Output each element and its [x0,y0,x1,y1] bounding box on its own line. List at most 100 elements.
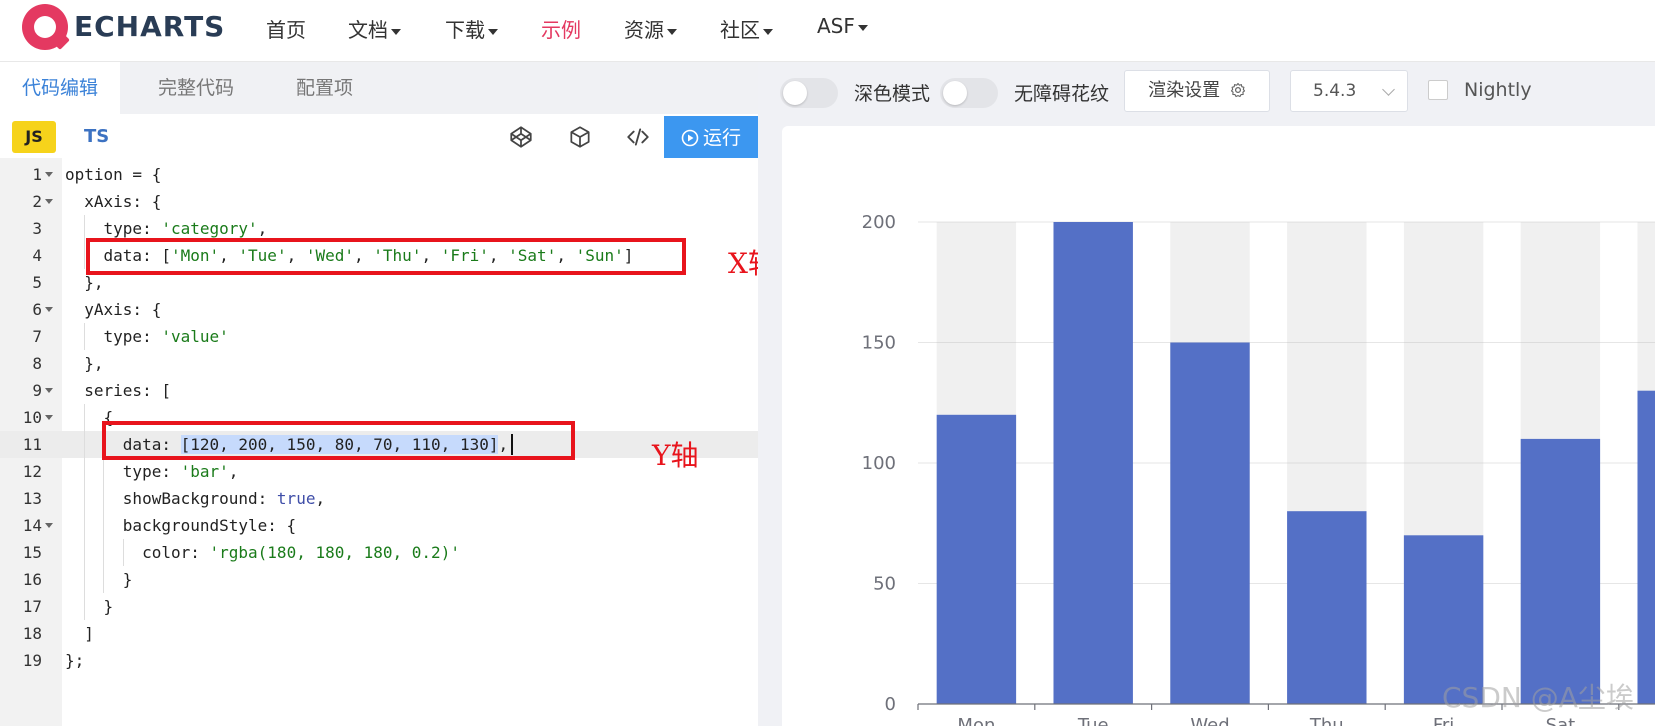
version-value: 5.4.3 [1313,81,1357,101]
x-tick-label: Tue [1077,715,1109,726]
render-settings-label: 渲染设置 [1148,80,1221,101]
caret-down-icon [857,24,868,31]
nav-item-label: 首页 [266,18,306,42]
dark-mode-label: 深色模式 [854,83,931,105]
code-text: xAxis: { [65,192,162,211]
nav-item-1[interactable]: 文档 [348,14,401,43]
y-tick-label: 100 [862,453,896,474]
codesandbox-icon[interactable] [567,124,593,150]
lang-ts-button[interactable]: TS [84,121,109,153]
code-line[interactable]: 12 type: 'bar', [0,458,758,485]
code-line[interactable]: 9 series: [ [0,377,758,404]
line-number: 19 [22,651,42,670]
code-line[interactable]: 14 backgroundStyle: { [0,512,758,539]
nav-item-2[interactable]: 下载 [445,14,498,43]
fold-toggle-icon[interactable] [45,415,53,420]
code-text: ] [65,624,94,643]
code-text: }; [65,651,85,670]
nav-item-5[interactable]: 社区 [720,14,773,43]
code-panel: 代码编辑 完整代码 配置项 JS TS 运行 1 option = { 2 xAxis:… [0,62,758,726]
bar-chart: 050100150200MonTueWedThuFriSatSun [862,212,1655,726]
line-number: 8 [32,354,42,373]
code-line[interactable]: 7 type: 'value' [0,323,758,350]
line-number: 18 [22,624,42,643]
line-number: 1 [32,165,42,184]
editor-tab-2[interactable]: 配置项 [274,62,375,114]
line-number: 14 [22,516,42,535]
code-icon[interactable] [625,124,651,150]
code-text: option = { [65,165,162,184]
nav-item-0[interactable]: 首页 [266,14,306,43]
line-number: 12 [22,462,42,481]
editor-tab-1[interactable]: 完整代码 [136,62,256,114]
bar [1170,342,1250,704]
nav-item-4[interactable]: 资源 [624,14,677,43]
run-label: 运行 [702,127,741,149]
caret-down-icon [488,28,498,35]
lang-js-button[interactable]: JS [12,121,56,153]
nav-item-label: 示例 [541,18,581,42]
code-text: series: [ [65,381,171,400]
code-text: backgroundStyle: { [65,516,297,535]
code-line[interactable]: 2 xAxis: { [0,188,758,215]
run-button[interactable]: 运行 [664,116,758,160]
code-line[interactable]: 6 yAxis: { [0,296,758,323]
aria-decal-toggle[interactable] [940,78,998,108]
y-tick-label: 200 [862,212,896,233]
code-line[interactable]: 8 }, [0,350,758,377]
line-number: 10 [22,408,42,427]
fold-toggle-icon[interactable] [45,388,53,393]
fold-toggle-icon[interactable] [45,307,53,312]
logo-text: ECHARTS [74,10,226,43]
render-settings-button[interactable]: 渲染设置 [1124,70,1270,112]
chevron-down-icon [1382,83,1395,96]
nav-item-6[interactable]: ASF [817,14,868,38]
nav-item-label: 文档 [348,18,388,42]
y-tick-label: 50 [873,574,896,595]
y-axis-annotation: Y轴 [652,439,699,472]
x-tick-label: Thu [1309,715,1344,726]
play-icon [681,129,699,147]
nav-item-label: 资源 [624,18,664,42]
nav-item-label: 下载 [445,18,485,42]
code-line[interactable]: 16 } [0,566,758,593]
code-text: showBackground: true, [65,489,326,508]
editor-tab-0[interactable]: 代码编辑 [0,62,121,114]
y-tick-label: 150 [862,333,896,354]
code-line[interactable]: 18 ] [0,620,758,647]
chart-container: 050100150200MonTueWedThuFriSatSun [782,126,1655,726]
caret-down-icon [391,28,401,35]
line-number: 7 [32,327,42,346]
line-number: 4 [32,246,42,265]
editor-toolbar: JS TS 运行 [0,114,758,160]
aria-decal-label: 无障碍花纹 [1014,83,1110,105]
top-navigation: ECHARTS 首页 文档 下载 示例 资源 社区 ASF [0,0,1655,62]
csdn-watermark: CSDN @A尘埃 [1442,681,1634,714]
bar [1053,222,1133,704]
code-text: yAxis: { [65,300,162,319]
gear-icon [1230,82,1245,98]
code-text: type: 'value' [65,327,229,346]
bar [1520,438,1601,704]
code-line[interactable]: 1 option = { [0,161,758,188]
code-text: color: 'rgba(180, 180, 180, 0.2)' [65,543,460,562]
code-line[interactable]: 15 color: 'rgba(180, 180, 180, 0.2)' [0,539,758,566]
line-number: 17 [22,597,42,616]
version-select[interactable]: 5.4.3 [1290,70,1408,112]
fold-toggle-icon[interactable] [45,172,53,177]
fold-toggle-icon[interactable] [45,523,53,528]
code-line[interactable]: 19}; [0,647,758,674]
line-number: 16 [22,570,42,589]
y-axis-highlight-box [102,421,575,460]
codepen-icon[interactable] [508,124,534,150]
echarts-logo[interactable]: ECHARTS [22,2,252,54]
code-line[interactable]: 13 showBackground: true, [0,485,758,512]
code-line[interactable]: 17 } [0,593,758,620]
line-number: 9 [32,381,42,400]
dark-mode-toggle[interactable] [780,78,838,108]
line-number: 6 [32,300,42,319]
fold-toggle-icon[interactable] [45,199,53,204]
x-axis-highlight-box [86,238,686,275]
nav-item-3[interactable]: 示例 [541,14,581,43]
nightly-checkbox[interactable] [1428,80,1448,100]
